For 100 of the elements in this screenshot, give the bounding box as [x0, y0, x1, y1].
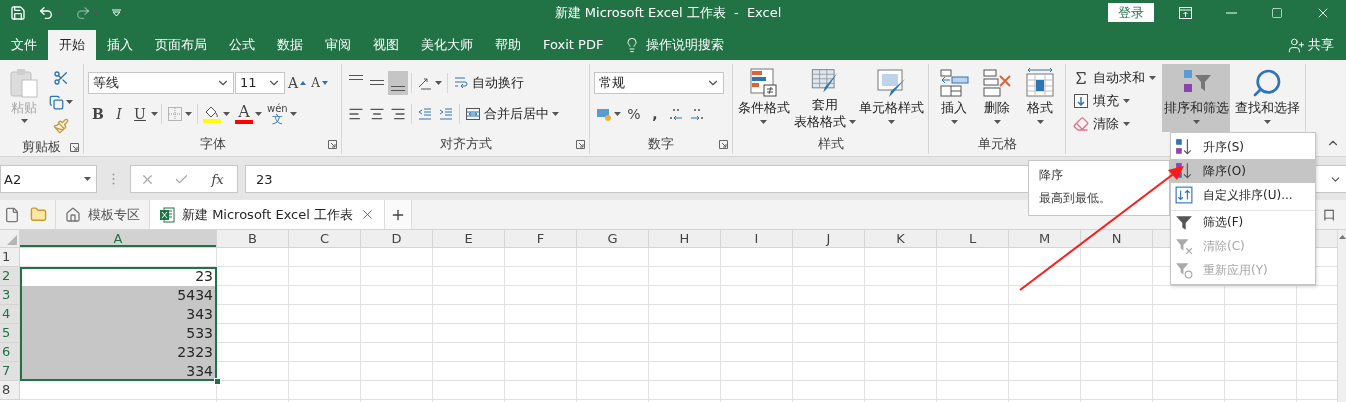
caret-icon [1149, 75, 1156, 80]
caret-icon [66, 100, 73, 104]
new-tab-button[interactable] [384, 200, 412, 229]
tooltip-title: 降序 [1039, 167, 1064, 184]
caret-icon [1123, 98, 1130, 103]
vertical-align-button[interactable] [388, 70, 408, 95]
color-bar-icon [235, 120, 253, 124]
ribbon-tab[interactable]: 插入 [96, 30, 144, 60]
vertical-align-icon [391, 85, 405, 91]
ribbon-button[interactable]: 格式 [1020, 64, 1060, 132]
table-cell: 23 [20, 267, 217, 286]
ribbon-tab[interactable]: 视图 [362, 30, 410, 60]
down-triangle-icon [321, 80, 328, 85]
underline-button[interactable]: U [130, 101, 150, 126]
reapply-filter-icon [1175, 261, 1193, 279]
column-header[interactable]: A [20, 230, 217, 247]
customize-icon [112, 8, 121, 17]
row-header[interactable]: 8 [0, 381, 20, 400]
italic-button[interactable]: I [109, 101, 129, 126]
fill-down-icon [1073, 92, 1089, 109]
row-header[interactable]: 1 [0, 248, 20, 267]
new-file-icon[interactable] [4, 206, 20, 223]
dialog-launcher-icon[interactable] [328, 139, 337, 149]
sign-in-button[interactable]: 登录 [1108, 3, 1154, 22]
dialog-launcher-icon[interactable] [70, 142, 79, 152]
row-header[interactable]: 6 [0, 343, 20, 362]
ribbon-button[interactable]: 清除 [1070, 112, 1159, 135]
wrap-text-button[interactable]: 自动换行 [451, 70, 526, 95]
vertical-scrollbar[interactable] [1337, 230, 1346, 402]
ribbon-tab[interactable]: 开始 [48, 30, 96, 60]
scissors-icon [53, 70, 69, 86]
window-label: 口 [1323, 205, 1337, 224]
ribbon-tab[interactable]: 美化大师 [410, 30, 484, 60]
number-format-field[interactable]: 常规 [594, 71, 724, 94]
shrink-font-button[interactable]: A [309, 70, 330, 95]
font-name-field[interactable]: 等线 [88, 71, 234, 94]
maximize-icon [1271, 6, 1283, 19]
sort-filter-button[interactable]: 排序和筛选 [1162, 64, 1230, 132]
document-tab[interactable]: 新建 Microsoft Excel 工作表 [149, 200, 384, 229]
name-box[interactable]: A2 [0, 165, 97, 193]
delete-cells-icon [981, 67, 1013, 99]
group-label: 单元格 [977, 135, 1017, 153]
row-header[interactable]: 4 [0, 305, 20, 324]
ribbon-button[interactable]: 填充 [1070, 89, 1159, 112]
dialog-launcher-icon[interactable] [576, 139, 585, 149]
indent-icon [438, 105, 454, 122]
menu-item[interactable]: 降序(O) [1171, 159, 1315, 183]
ribbon-tab[interactable]: 页面布局 [144, 30, 218, 60]
clear-filter-icon [1175, 237, 1193, 255]
caret-icon [848, 119, 856, 124]
scroll-up-icon [1338, 235, 1346, 239]
ribbon-tab[interactable]: Foxit PDF [532, 30, 615, 60]
percent-button[interactable]: % [624, 101, 644, 126]
menu-item[interactable]: 筛选(F) [1171, 210, 1315, 234]
row-header[interactable]: 7 [0, 362, 20, 381]
ribbon-tab[interactable]: 数据 [266, 30, 314, 60]
dialog-launcher-icon[interactable] [719, 139, 728, 149]
sort-ascending-icon [1175, 138, 1193, 156]
search-icon [1251, 67, 1283, 99]
eraser-icon [1073, 115, 1089, 132]
caret-icon [993, 120, 1001, 124]
tell-me-search[interactable]: 操作说明搜索 [614, 30, 735, 60]
ribbon-tab[interactable]: 文件 [0, 30, 48, 60]
close-tab-icon[interactable] [360, 207, 375, 222]
row-header[interactable]: 3 [0, 286, 20, 305]
row-header[interactable]: 5 [0, 324, 20, 343]
fill-handle[interactable] [214, 378, 221, 385]
bold-button[interactable]: B [88, 101, 108, 126]
find-select-button[interactable]: 查找和选择 [1233, 64, 1301, 132]
ribbon-tab[interactable]: 帮助 [484, 30, 532, 60]
caret-icon [223, 111, 230, 116]
share-button[interactable]: 共享 [1288, 30, 1334, 60]
format-cells-icon [1024, 67, 1056, 99]
comma-button[interactable]: , [645, 101, 665, 126]
merge-center-button[interactable]: 合并后居中 [463, 101, 561, 126]
house-icon [65, 206, 81, 223]
caret-icon [84, 177, 91, 181]
ribbon-button[interactable]: 删除 [977, 64, 1017, 132]
custom-sort-icon [1175, 186, 1193, 204]
ribbon-button[interactable]: 条件格式 [737, 64, 791, 132]
caret-icon [185, 111, 192, 116]
caret-icon [1263, 120, 1271, 124]
insert-function-button[interactable]: fx [207, 171, 228, 187]
ribbon-button[interactable]: 自动求和 [1070, 66, 1159, 89]
row-header[interactable]: 2 [0, 267, 20, 286]
ribbon-tab[interactable]: 审阅 [314, 30, 362, 60]
undo-icon [38, 4, 54, 21]
table-cell: 2323 [20, 343, 217, 362]
font-size-field[interactable]: 11 [235, 71, 285, 94]
ribbon-tab[interactable]: 公式 [218, 30, 266, 60]
drag-handle-icon [112, 173, 115, 185]
ribbon-button[interactable]: 插入 [934, 64, 974, 132]
wrap-text-icon [453, 74, 469, 91]
vertical-align-icon [349, 74, 363, 80]
ribbon-button[interactable]: 套用 表格格式 [793, 64, 856, 132]
menu-item[interactable]: 升序(S) [1171, 135, 1315, 159]
ribbon-button[interactable]: 单元格样式 [859, 64, 924, 132]
font-color-button[interactable]: A [233, 101, 264, 126]
phonetic-guide-button[interactable]: wén 文 [265, 101, 299, 126]
grow-font-button[interactable]: A [286, 70, 309, 95]
